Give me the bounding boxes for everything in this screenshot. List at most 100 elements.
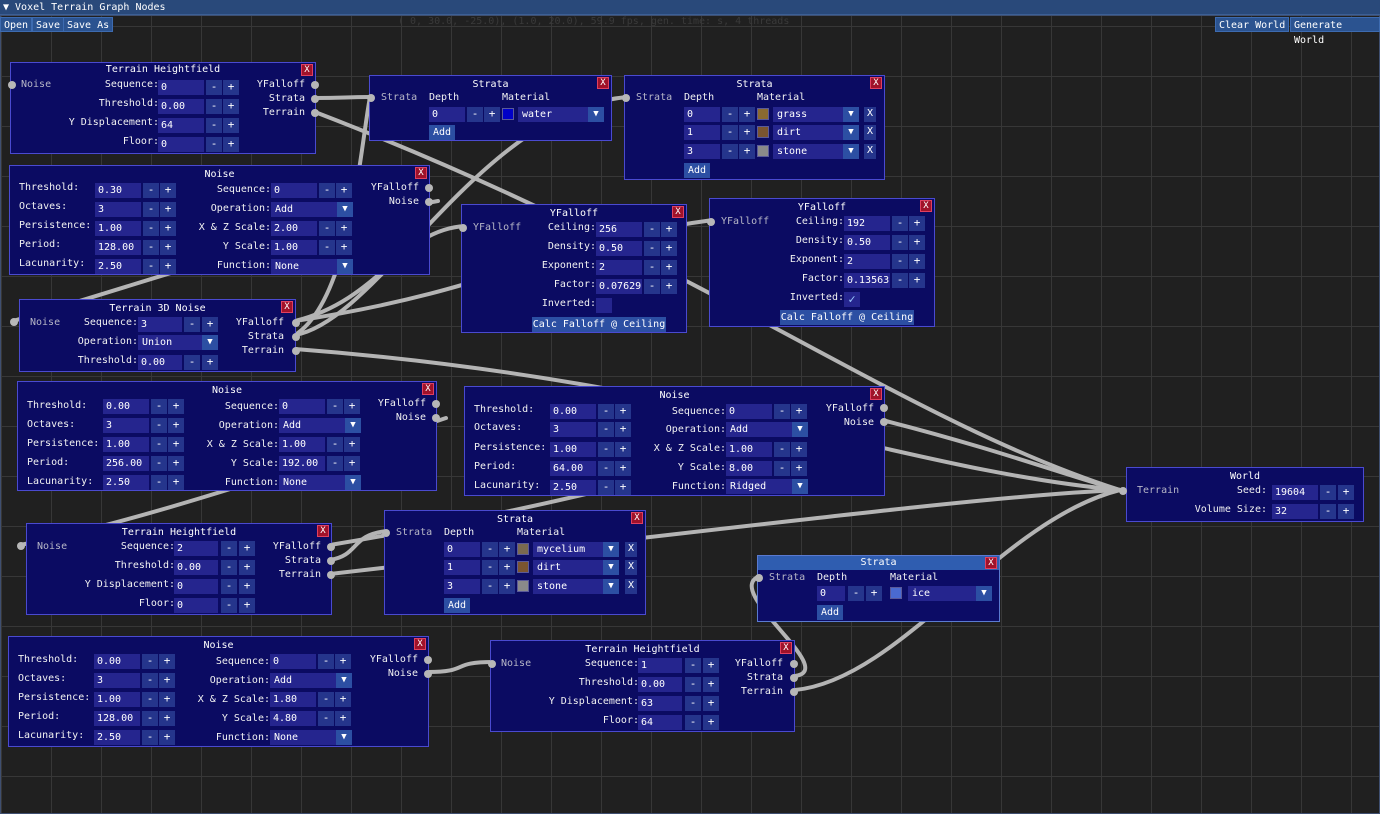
- increment-button[interactable]: +: [866, 586, 882, 601]
- depth-input[interactable]: 3: [684, 144, 720, 159]
- threshold-input[interactable]: 0.00: [174, 560, 218, 575]
- lacunarity-input[interactable]: 2.50: [103, 475, 149, 490]
- increment-button[interactable]: +: [499, 579, 515, 594]
- noise-node[interactable]: Noise X Threshold: 0.00 - + Octaves: 3 -…: [8, 636, 432, 747]
- increment-button[interactable]: +: [335, 711, 351, 726]
- increment-button[interactable]: +: [909, 216, 925, 231]
- node-title[interactable]: YFalloff: [710, 201, 934, 214]
- decrement-button[interactable]: -: [848, 586, 864, 601]
- increment-button[interactable]: +: [160, 183, 176, 198]
- decrement-button[interactable]: -: [143, 240, 159, 255]
- close-node-button[interactable]: X: [422, 383, 434, 395]
- density-input[interactable]: 0.50: [844, 235, 890, 250]
- decrement-button[interactable]: -: [319, 221, 335, 236]
- increment-button[interactable]: +: [168, 399, 184, 414]
- decrement-button[interactable]: -: [482, 579, 498, 594]
- material-select[interactable]: ice ▼: [908, 586, 992, 601]
- decrement-button[interactable]: -: [722, 144, 738, 159]
- output-pin[interactable]: [424, 670, 432, 678]
- yfalloff-node[interactable]: YFalloff X YFalloff Ceiling: 256 - + Den…: [459, 204, 687, 333]
- increment-button[interactable]: +: [202, 317, 218, 332]
- increment-button[interactable]: +: [1338, 504, 1354, 519]
- output-pin[interactable]: [790, 688, 798, 696]
- material-select[interactable]: stone ▼: [533, 579, 619, 594]
- decrement-button[interactable]: -: [319, 183, 335, 198]
- operation-select[interactable]: Add ▼: [726, 422, 808, 437]
- factor-input[interactable]: 0.07629: [596, 279, 642, 294]
- decrement-button[interactable]: -: [327, 437, 343, 452]
- increment-button[interactable]: +: [791, 461, 807, 476]
- xz-scale-input[interactable]: 1.00: [726, 442, 772, 457]
- decrement-button[interactable]: -: [142, 730, 158, 745]
- output-pin[interactable]: [424, 656, 432, 664]
- decrement-button[interactable]: -: [892, 254, 908, 269]
- density-input[interactable]: 0.50: [596, 241, 642, 256]
- decrement-button[interactable]: -: [151, 437, 167, 452]
- ceiling-input[interactable]: 192: [844, 216, 890, 231]
- threshold-input[interactable]: 0.00: [138, 355, 182, 370]
- output-pin[interactable]: [292, 347, 300, 355]
- increment-button[interactable]: +: [168, 456, 184, 471]
- node-title[interactable]: Noise: [10, 168, 429, 181]
- input-pin[interactable]: [1119, 487, 1127, 495]
- noise-node[interactable]: Noise X Threshold: 0.30 - + Octaves: 3 -…: [9, 165, 433, 275]
- node-title[interactable]: Terrain Heightfield: [11, 63, 315, 76]
- operation-select[interactable]: Union ▼: [138, 335, 218, 350]
- increment-button[interactable]: +: [223, 137, 239, 152]
- decrement-button[interactable]: -: [774, 442, 790, 457]
- sequence-input[interactable]: 3: [138, 317, 182, 332]
- increment-button[interactable]: +: [160, 240, 176, 255]
- sequence-input[interactable]: 2: [174, 541, 218, 556]
- decrement-button[interactable]: -: [221, 541, 237, 556]
- ceiling-input[interactable]: 256: [596, 222, 642, 237]
- sequence-input[interactable]: 0: [270, 654, 316, 669]
- function-select[interactable]: None ▼: [270, 730, 352, 745]
- output-pin[interactable]: [432, 400, 440, 408]
- node-title[interactable]: Terrain Heightfield: [491, 643, 794, 656]
- increment-button[interactable]: +: [159, 711, 175, 726]
- close-node-button[interactable]: X: [317, 525, 329, 537]
- node-title[interactable]: Noise: [18, 384, 436, 397]
- increment-button[interactable]: +: [739, 125, 755, 140]
- depth-input[interactable]: 0: [684, 107, 720, 122]
- increment-button[interactable]: +: [159, 654, 175, 669]
- threshold-input[interactable]: 0.00: [550, 404, 596, 419]
- decrement-button[interactable]: -: [151, 456, 167, 471]
- input-pin[interactable]: [488, 660, 496, 668]
- sequence-input[interactable]: 0: [271, 183, 317, 198]
- clear-world-button[interactable]: Clear World: [1215, 17, 1290, 32]
- terrain-heightfield-node[interactable]: Terrain Heightfield X Noise Sequence: 1 …: [488, 640, 798, 732]
- increment-button[interactable]: +: [239, 579, 255, 594]
- sequence-input[interactable]: 0: [726, 404, 772, 419]
- increment-button[interactable]: +: [1338, 485, 1354, 500]
- strata-node[interactable]: Strata X Strata Depth Material 0 - + myc…: [382, 510, 646, 615]
- operation-select[interactable]: Add ▼: [279, 418, 361, 433]
- decrement-button[interactable]: -: [221, 560, 237, 575]
- decrement-button[interactable]: -: [327, 399, 343, 414]
- decrement-button[interactable]: -: [221, 579, 237, 594]
- octaves-input[interactable]: 3: [550, 422, 596, 437]
- decrement-button[interactable]: -: [184, 317, 200, 332]
- close-node-button[interactable]: X: [780, 642, 792, 654]
- node-title[interactable]: Strata: [625, 78, 884, 91]
- floor-input[interactable]: 0: [158, 137, 204, 152]
- decrement-button[interactable]: -: [151, 418, 167, 433]
- yfalloff-node[interactable]: YFalloff X YFalloff Ceiling: 192 - + Den…: [707, 198, 935, 327]
- close-node-button[interactable]: X: [415, 167, 427, 179]
- exponent-input[interactable]: 2: [596, 260, 642, 275]
- node-title[interactable]: Strata: [370, 78, 611, 91]
- terrain-heightfield-node[interactable]: Terrain Heightfield X Noise Sequence: 2 …: [17, 523, 335, 615]
- increment-button[interactable]: +: [909, 254, 925, 269]
- inverted-checkbox[interactable]: ✓: [844, 292, 860, 307]
- calc-falloff-button[interactable]: Calc Falloff @ Ceiling: [780, 310, 914, 325]
- lacunarity-input[interactable]: 2.50: [550, 480, 596, 495]
- operation-select[interactable]: Add ▼: [270, 673, 352, 688]
- node-title[interactable]: Strata: [385, 513, 645, 526]
- decrement-button[interactable]: -: [598, 461, 614, 476]
- close-node-button[interactable]: X: [414, 638, 426, 650]
- output-pin[interactable]: [880, 418, 888, 426]
- window-title[interactable]: ▼ Voxel Terrain Graph Nodes: [0, 0, 1380, 15]
- save-button[interactable]: Save: [32, 17, 65, 32]
- material-select[interactable]: water ▼: [518, 107, 604, 122]
- increment-button[interactable]: +: [484, 107, 500, 122]
